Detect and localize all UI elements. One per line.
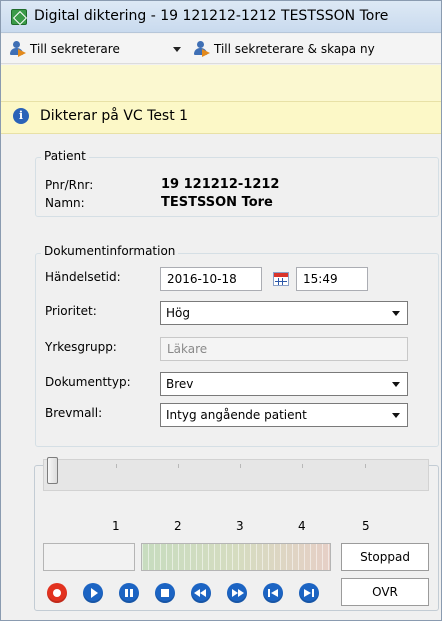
track-tick [302,464,303,468]
event-time-label: Händelsetid: [45,270,121,284]
track-tick [365,464,366,468]
window-title: Digital diktering - 19 121212-1212 TESTS… [34,8,389,24]
scale-label: 1 [112,519,120,533]
stop-icon[interactable] [155,583,175,603]
priority-label: Prioritet: [45,304,97,318]
scale-label: 2 [174,519,182,533]
name-label: Namn: [45,196,85,210]
profession-field: Läkare [160,337,408,361]
chevron-down-icon [392,413,400,418]
skip-end-icon[interactable] [299,583,319,603]
priority-value: Hög [166,306,190,320]
fast-forward-icon[interactable] [227,583,247,603]
infobar-background [1,65,441,101]
title-bar[interactable]: Digital diktering - 19 121212-1212 TESTS… [1,1,441,33]
chevron-down-icon[interactable] [173,47,181,52]
person-send-icon [193,41,211,57]
doctype-select[interactable]: Brev [160,372,408,396]
scale-label: 5 [362,519,370,533]
patient-group-title: Patient [41,149,89,163]
scale-label: 4 [298,519,306,533]
scale-label: 3 [236,519,244,533]
track-tick [178,464,179,468]
profession-label: Yrkesgrupp: [45,340,117,354]
audio-level-meter [141,543,331,571]
send-and-create-new-button[interactable]: Till sekreterare & skapa ny [193,40,375,58]
dictation-window: Digital diktering - 19 121212-1212 TESTS… [0,0,442,621]
template-label: Brevmall: [45,406,103,420]
person-send-icon [9,41,27,57]
name-value: TESTSSON Tore [161,195,273,210]
player-status: Stoppad [341,543,429,571]
priority-select[interactable]: Hög [160,301,408,325]
template-value: Intyg angående patient [166,408,307,422]
pause-icon[interactable] [119,583,139,603]
time-display [43,543,135,571]
toolbar: Till sekreterare Till sekreterare & skap… [1,34,441,64]
send-and-create-new-label: Till sekreterare & skapa ny [214,42,375,56]
chevron-down-icon [392,311,400,316]
track-tick [240,464,241,468]
doctype-label: Dokumenttyp: [45,375,131,389]
event-time-field[interactable]: 15:49 [296,267,368,291]
play-icon[interactable] [83,583,103,603]
pnr-label: Pnr/Rnr: [45,178,94,192]
info-message: Dikterar på VC Test 1 [40,108,189,124]
document-info-title: Dokumentinformation [41,244,179,258]
send-to-secretary-button[interactable]: Till sekreterare [9,40,120,58]
rewind-icon[interactable] [191,583,211,603]
send-to-secretary-label: Till sekreterare [30,42,120,56]
position-slider-thumb[interactable] [47,457,58,484]
overwrite-mode[interactable]: OVR [341,578,429,606]
chevron-down-icon [392,382,400,387]
template-select[interactable]: Intyg angående patient [160,403,408,427]
info-icon: i [13,108,29,124]
app-icon [11,9,27,25]
position-track[interactable] [43,459,429,491]
skip-start-icon[interactable] [263,583,283,603]
calendar-icon[interactable] [273,272,289,286]
track-tick [116,464,117,468]
doctype-value: Brev [166,377,194,391]
event-date-field[interactable]: 2016-10-18 [160,267,262,291]
pnr-value: 19 121212-1212 [161,177,280,192]
record-icon[interactable] [47,583,67,603]
